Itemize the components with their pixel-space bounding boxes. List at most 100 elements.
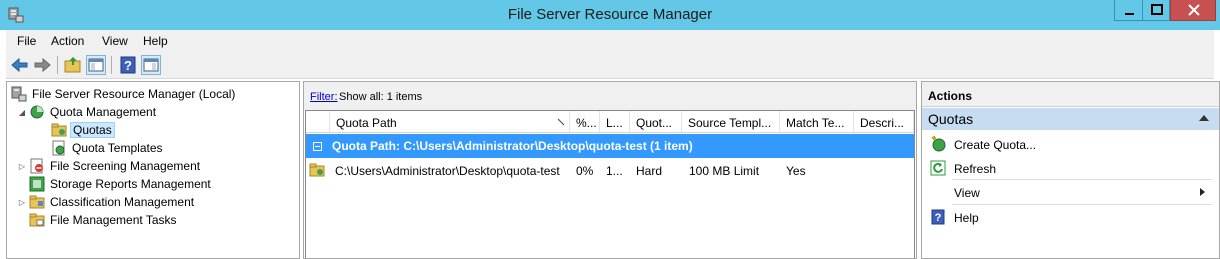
submenu-arrow-icon — [1200, 188, 1205, 196]
column-header-description[interactable]: Descri... — [854, 111, 914, 132]
actions-header: Actions — [922, 82, 1219, 107]
quota-list: Quota Path %... L... Quot... Source Temp… — [305, 110, 915, 258]
tree-item-storage-reports[interactable]: Storage Reports Management — [27, 175, 213, 193]
minimize-icon — [1125, 13, 1134, 15]
file-management-tasks-icon — [29, 213, 45, 227]
action-refresh[interactable]: Refresh — [922, 157, 1219, 179]
column-header-match-template[interactable]: Match Te... — [780, 111, 854, 132]
forward-arrow-icon — [34, 57, 51, 73]
column-header-limit[interactable]: L... — [600, 111, 630, 132]
action-view[interactable]: View — [922, 181, 1219, 203]
filter-link[interactable]: Filter: — [310, 91, 338, 103]
cell-quota-type: Hard — [636, 164, 663, 178]
menu-file[interactable]: File — [17, 34, 36, 48]
show-hide-console-tree-button[interactable] — [86, 55, 106, 75]
actions-pane: Actions Quotas Create Quota... Refresh V… — [921, 81, 1220, 259]
column-header-quota-path[interactable]: Quota Path — [330, 111, 570, 132]
filter-bar: Filter: Show all: 1 items — [304, 82, 916, 110]
window-title: File Server Resource Manager — [507, 6, 713, 23]
menu-bar: File Action View Help — [6, 30, 1214, 52]
column-header-icon[interactable] — [306, 111, 330, 132]
sort-descending-icon — [557, 118, 565, 126]
column-header-label: Quota Path — [336, 116, 397, 130]
tree-item-quota-management[interactable]: ◢ Quota Management — [17, 103, 158, 121]
svg-text:?: ? — [124, 58, 132, 73]
results-pane: Filter: Show all: 1 items Quota Path %..… — [303, 81, 917, 259]
tree-item-file-screening[interactable]: ▷ File Screening Management — [17, 157, 202, 175]
title-bar: File Server Resource Manager — [0, 0, 1220, 30]
tree-item-classification[interactable]: ▷ Classification Management — [17, 193, 196, 211]
quota-folder-icon — [309, 163, 325, 177]
filter-status: Show all: 1 items — [339, 91, 423, 103]
tree-item-label: Quota Management — [50, 105, 157, 119]
tree-item-file-management-tasks[interactable]: File Management Tasks — [27, 211, 179, 229]
help-icon: ? — [120, 56, 136, 74]
minimize-button[interactable] — [1114, 0, 1143, 21]
collapsed-arrow-icon[interactable]: ▷ — [17, 162, 27, 171]
cell-percent-used: 0% — [576, 164, 594, 178]
action-label: Create Quota... — [954, 138, 1037, 152]
file-screening-icon — [30, 158, 43, 174]
toolbar: ? — [6, 52, 1214, 79]
table-row[interactable]: C:\Users\Administrator\Desktop\quota-tes… — [306, 158, 914, 182]
up-folder-icon — [64, 57, 81, 73]
group-header-row[interactable]: Quota Path: C:\Users\Administrator\Deskt… — [306, 134, 914, 158]
tree-item-label: Quotas — [70, 122, 115, 138]
cell-match-template: Yes — [786, 164, 806, 178]
menu-view[interactable]: View — [102, 34, 128, 48]
maximize-button[interactable] — [1142, 0, 1170, 21]
action-help[interactable]: ? Help — [922, 206, 1219, 228]
column-header-label: Source Templ... — [688, 116, 772, 130]
cell-limit: 1... — [606, 164, 623, 178]
collapse-group-icon[interactable] — [313, 142, 322, 151]
expanded-arrow-icon[interactable]: ◢ — [17, 108, 27, 117]
help-toolbar-button[interactable]: ? — [118, 55, 138, 75]
svg-text:?: ? — [935, 212, 942, 224]
actions-separator — [952, 179, 1212, 180]
tree-item-label: File Screening Management — [50, 159, 201, 173]
column-header-row: Quota Path %... L... Quot... Source Temp… — [306, 111, 914, 133]
quotas-folder-icon — [51, 123, 67, 137]
menu-action[interactable]: Action — [51, 34, 84, 48]
tree-item-label: File Server Resource Manager (Local) — [32, 87, 236, 101]
refresh-icon — [930, 160, 946, 176]
toolbar-separator — [111, 56, 112, 74]
close-button[interactable] — [1170, 0, 1216, 21]
menu-help[interactable]: Help — [143, 34, 168, 48]
action-create-quota[interactable]: Create Quota... — [922, 133, 1219, 155]
action-label: View — [954, 186, 980, 200]
collapse-up-icon[interactable] — [1199, 115, 1209, 121]
column-header-source-template[interactable]: Source Templ... — [682, 111, 780, 132]
toolbar-separator — [57, 56, 58, 74]
column-header-quota-type[interactable]: Quot... — [630, 111, 682, 132]
tree-item-label: File Management Tasks — [50, 213, 177, 227]
tree-item-label: Quota Templates — [72, 141, 163, 155]
back-button[interactable] — [10, 55, 30, 75]
column-header-label: Quot... — [636, 116, 673, 130]
tree-item-root[interactable]: File Server Resource Manager (Local) — [9, 85, 237, 103]
quota-management-icon — [30, 105, 44, 119]
show-hide-action-pane-button[interactable] — [141, 55, 161, 75]
create-quota-icon — [932, 136, 946, 152]
tree-item-quota-templates[interactable]: Quota Templates — [49, 139, 165, 157]
column-header-percent-used[interactable]: %... — [570, 111, 600, 132]
forward-button[interactable] — [32, 55, 52, 75]
group-header-label: Quota Path: C:\Users\Administrator\Deskt… — [332, 139, 693, 153]
show-hide-console-tree-icon — [88, 58, 104, 72]
actions-section-quotas[interactable]: Quotas — [922, 108, 1219, 130]
tree-item-label: Classification Management — [50, 195, 195, 209]
up-one-level-button[interactable] — [63, 55, 83, 75]
column-header-label: Match Te... — [786, 116, 845, 130]
column-header-label: L... — [606, 116, 623, 130]
tree-item-label: Storage Reports Management — [50, 177, 211, 191]
server-icon — [11, 86, 27, 102]
console-tree: File Server Resource Manager (Local) ◢ Q… — [6, 81, 300, 259]
tree-item-quotas[interactable]: Quotas — [49, 121, 115, 139]
actions-section-label: Quotas — [928, 111, 974, 127]
action-label: Refresh — [954, 162, 997, 176]
action-label: Help — [954, 211, 979, 225]
collapsed-arrow-icon[interactable]: ▷ — [17, 198, 27, 207]
classification-icon — [29, 195, 45, 209]
storage-reports-icon — [29, 176, 45, 192]
cell-source-template: 100 MB Limit — [689, 164, 760, 178]
